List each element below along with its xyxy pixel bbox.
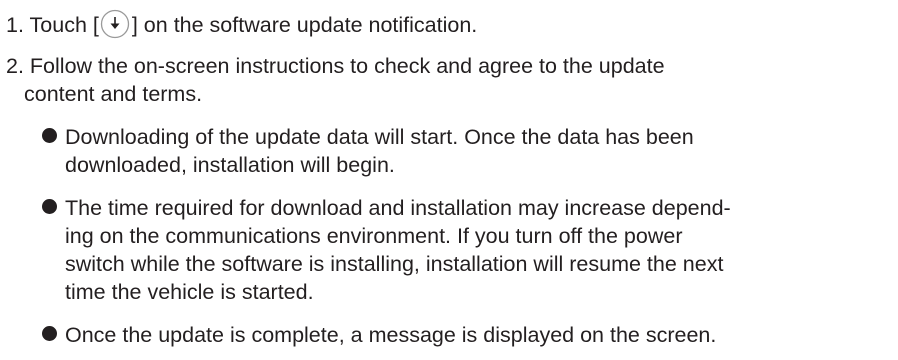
bullet-item-download: Downloading of the update data will star… (42, 123, 694, 179)
step-1-text-after: ] on the software update notification. (131, 13, 478, 37)
bullet-dot-icon (42, 128, 57, 143)
download-circle-icon (100, 9, 130, 39)
step-1: 1. Touch [ ] on the software update noti… (6, 9, 477, 39)
bullet-3-line-1: Once the update is complete, a message i… (65, 323, 717, 347)
bullet-item-complete: Once the update is complete, a message i… (42, 321, 716, 349)
bullet-1-line-2: downloaded, installation will begin. (65, 153, 395, 177)
step-2-number: 2. (6, 54, 24, 78)
step-1-number: 1. (6, 13, 24, 37)
step-1-text-before: Touch [ (29, 13, 99, 37)
bullet-2-line-3: switch while the software is installing,… (65, 252, 724, 276)
bullet-dot-icon (42, 199, 57, 214)
bullet-2-line-2: ing on the communications environment. I… (65, 224, 683, 248)
bullet-2-line-4: time the vehicle is started. (65, 280, 314, 304)
step-2-line-2: content and terms. (24, 82, 203, 106)
step-2-line-1: Follow the on-screen instructions to che… (29, 54, 665, 78)
step-2: 2. Follow the on-screen instructions to … (6, 52, 665, 108)
bullet-2-line-1: The time required for download and insta… (65, 196, 731, 220)
bullet-item-time-required: The time required for download and insta… (42, 194, 731, 306)
bullet-dot-icon (42, 326, 57, 341)
bullet-1-line-1: Downloading of the update data will star… (65, 125, 694, 149)
